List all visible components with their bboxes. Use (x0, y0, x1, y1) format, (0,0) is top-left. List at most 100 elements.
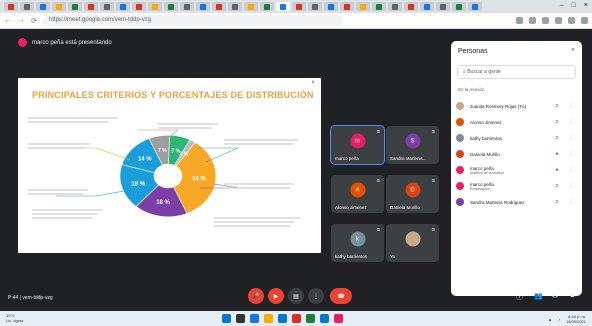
participant-name: marco peña Anfitrión de la reunión (470, 166, 550, 175)
browser-tab[interactable] (276, 2, 290, 11)
avatar (405, 231, 420, 247)
more-icon[interactable]: ⋮ (564, 119, 578, 125)
browser-tab[interactable] (212, 2, 226, 11)
participant-name: kathy barrientos (470, 135, 503, 141)
mic-button[interactable]: 🎤 (248, 288, 264, 304)
browser-tab[interactable] (20, 2, 34, 11)
more-options-button[interactable]: ⋮ (308, 288, 324, 304)
taskbar-app-icon[interactable] (278, 314, 287, 323)
more-icon[interactable]: ⋮ (564, 135, 578, 141)
wifi-icon[interactable]: ▲ (548, 317, 552, 322)
captions-button[interactable]: ▤ (288, 288, 304, 304)
window-controls[interactable]: – □ × (560, 2, 588, 9)
browser-tab[interactable] (164, 2, 178, 11)
people-icon[interactable]: 👥 (534, 292, 543, 300)
list-item[interactable]: Alonso Jimenez ⦸ ⋮ (456, 114, 578, 130)
browser-tab[interactable] (148, 2, 162, 11)
browser-tab[interactable] (180, 2, 194, 11)
participant-tile[interactable]: A Alonso Jimenez ⦸ (331, 175, 384, 213)
camera-button[interactable]: ▶ (268, 288, 284, 304)
browser-tab[interactable] (196, 2, 210, 11)
weather-widget[interactable]: 19°C Llu. ligera (6, 313, 23, 323)
list-item[interactable]: marco peña Anfitrión de la reunión ● ⋮ (456, 162, 578, 178)
taskbar-app-icon[interactable] (334, 314, 343, 323)
more-icon[interactable]: ⋮ (564, 151, 578, 157)
list-item[interactable]: kathy barrientos ⦸ ⋮ (456, 130, 578, 146)
taskbar-app-icon[interactable] (306, 314, 315, 323)
browser-tab[interactable] (420, 2, 434, 11)
browser-tab[interactable] (436, 2, 450, 11)
browser-tab[interactable] (228, 2, 242, 11)
participant-tile[interactable]: Yo ⦸ (386, 224, 439, 262)
address-bar[interactable]: https://meet.google.com/vem-tddp-vzg (43, 15, 343, 26)
favicon-icon (456, 3, 462, 10)
participant-name: Alonso Jimenez (335, 205, 367, 210)
browser-tab[interactable] (452, 2, 466, 11)
participant-tile[interactable]: m marco peña ⦸ (330, 125, 385, 165)
taskbar-app-icon[interactable] (250, 314, 259, 323)
presenter-label: marco peña está presentando (32, 39, 112, 46)
browser-tab[interactable] (308, 2, 322, 11)
extension-icon[interactable] (542, 17, 549, 24)
browser-tab[interactable] (404, 2, 418, 11)
taskbar-app-icon[interactable] (222, 314, 231, 323)
taskbar-app-icon[interactable] (320, 314, 329, 323)
extension-icon[interactable] (568, 17, 575, 24)
browser-tab[interactable] (468, 2, 482, 11)
browser-toolbar: ← → ⟳ https://meet.google.com/vem-tddp-v… (0, 13, 592, 29)
presenter-avatar (18, 38, 27, 47)
browser-tab[interactable] (388, 2, 402, 11)
extension-icon[interactable] (529, 17, 536, 24)
activities-icon[interactable]: ▲ (569, 292, 576, 299)
favicon-icon (472, 3, 478, 10)
more-icon[interactable]: ⋮ (564, 103, 578, 109)
extension-icon[interactable] (516, 17, 523, 24)
search-input[interactable]: ⌕ Buscar a gente (457, 65, 576, 79)
participant-tile[interactable]: k kathy barrientos ⦸ (331, 224, 384, 262)
browser-tab[interactable] (324, 2, 338, 11)
reload-icon[interactable]: ⟳ (30, 17, 38, 25)
browser-tab[interactable] (356, 2, 370, 11)
taskbar-app-icon[interactable] (236, 314, 245, 323)
minimize-icon[interactable]: – (560, 2, 564, 9)
more-icon[interactable]: ⋮ (564, 183, 578, 189)
browser-tab[interactable] (68, 2, 82, 11)
mic-off-icon: ⦸ (376, 178, 380, 184)
browser-tab[interactable] (132, 2, 146, 11)
list-item[interactable]: Daniela Murillo ● ⋮ (456, 146, 578, 162)
browser-tab[interactable] (292, 2, 306, 11)
participant-name: Sandra Marlenis... (390, 156, 427, 161)
browser-tab[interactable] (340, 2, 354, 11)
clock[interactable]: 8:44 p. m. 16/09/2021 (566, 314, 586, 324)
participant-tile[interactable]: S Sandra Marlenis... ⦸ (386, 126, 439, 164)
back-icon[interactable]: ← (4, 17, 12, 24)
close-window-icon[interactable]: × (584, 2, 588, 9)
list-item[interactable]: marco peña Presentación ⦸ ⋮ (456, 178, 578, 194)
browser-tab[interactable] (260, 2, 274, 11)
browser-tab[interactable] (244, 2, 258, 11)
more-icon[interactable]: ⋮ (564, 199, 578, 205)
browser-tab[interactable] (372, 2, 386, 11)
volume-icon[interactable]: ♪ (558, 317, 560, 322)
extension-icon[interactable] (555, 17, 562, 24)
taskbar-app-icon[interactable] (292, 314, 301, 323)
more-icon[interactable]: ⋮ (564, 167, 578, 173)
browser-tab[interactable] (52, 2, 66, 11)
browser-tab[interactable] (84, 2, 98, 11)
participant-tile[interactable]: D Daniela Murillo ⦸ (386, 175, 439, 213)
list-item[interactable]: Sandra Marlenis Rodriguez ⦸ ⋮ (456, 194, 578, 210)
info-icon[interactable]: ⓘ (516, 292, 523, 302)
leave-call-button[interactable]: ☎ (330, 288, 352, 304)
maximize-icon[interactable]: □ (572, 2, 576, 9)
browser-tab[interactable] (116, 2, 130, 11)
chat-icon[interactable]: ✉ (552, 292, 558, 300)
browser-tab[interactable] (100, 2, 114, 11)
browser-tab[interactable] (36, 2, 50, 11)
taskbar-app-icon[interactable] (264, 314, 273, 323)
forward-icon[interactable]: → (17, 17, 25, 24)
browser-tab[interactable] (4, 2, 18, 11)
profile-icon[interactable] (581, 17, 588, 24)
list-item[interactable]: Juanita Rosmery Rojas (Tú) ⦸ ⋮ (456, 98, 578, 114)
close-icon[interactable]: × (571, 47, 575, 54)
slide-close-icon[interactable]: × (311, 80, 315, 86)
